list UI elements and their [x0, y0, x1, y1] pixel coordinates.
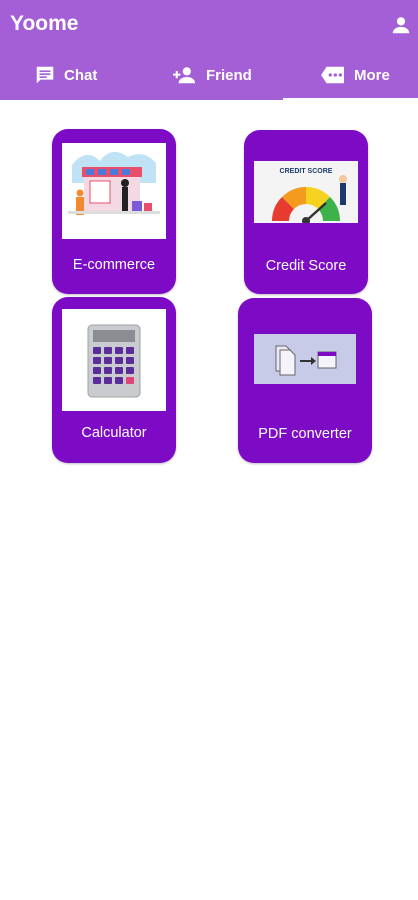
chat-icon [36, 66, 54, 84]
more-icon [321, 66, 344, 84]
card-ecommerce-label: E-commerce [72, 257, 156, 273]
tab-more[interactable]: More [320, 50, 390, 100]
card-pdf-converter[interactable]: PDF converter [238, 298, 372, 463]
card-calculator-label: Calculator [81, 425, 147, 441]
pdf-converter-illustration [254, 334, 356, 384]
person-icon [392, 17, 410, 34]
credit-score-image-text: CREDIT SCORE [280, 168, 333, 175]
credit-score-gauge: CREDIT SCORE [254, 161, 358, 223]
card-calculator[interactable]: Calculator [52, 297, 176, 463]
calculator-illustration [62, 309, 166, 411]
selected-tab-indicator [283, 98, 418, 101]
tab-chat-label: Chat [64, 66, 98, 84]
app-bar: Yoome [0, 0, 418, 50]
ecommerce-illustration [62, 143, 166, 239]
card-ecommerce[interactable]: E-commerce [52, 129, 176, 294]
app-title: Yoome [10, 12, 79, 35]
profile-button[interactable] [390, 14, 412, 36]
card-credit-score[interactable]: CREDIT SCORE Credit Score [244, 130, 368, 294]
add-person-icon [173, 67, 196, 84]
tab-friend[interactable]: Friend [172, 50, 252, 100]
tab-bar: Chat Friend More [0, 50, 418, 100]
tab-more-label: More [354, 66, 390, 84]
card-credit-score-label: Credit Score [265, 258, 347, 274]
card-pdf-converter-label: PDF converter [258, 426, 352, 442]
tab-chat[interactable]: Chat [34, 50, 97, 100]
tab-friend-label: Friend [206, 66, 252, 84]
